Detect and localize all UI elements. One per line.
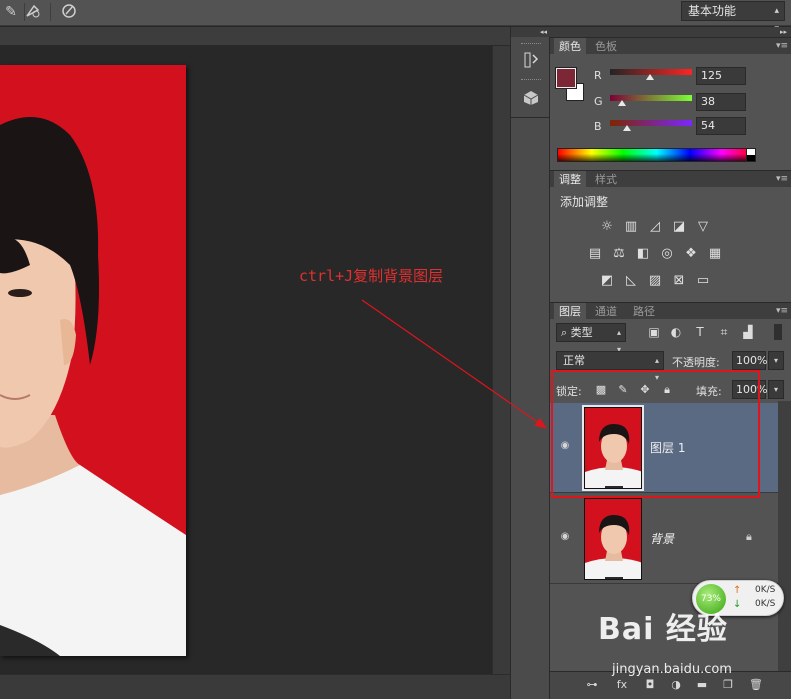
channel-g-slider[interactable] (610, 95, 692, 106)
history-icon[interactable] (520, 51, 542, 71)
document-tab-bar (0, 27, 510, 46)
arrow-up-icon: ↑ (733, 585, 742, 596)
adjustment-layer-filter-icon[interactable]: ◐ (668, 324, 684, 340)
channel-g-thumb[interactable] (618, 100, 627, 106)
tab-swatches[interactable]: 色板 (590, 38, 622, 55)
photo-filter-icon[interactable]: ◎ (658, 246, 676, 262)
filter-toggle[interactable] (774, 324, 782, 340)
gradient-map-icon[interactable]: ▭ (694, 273, 712, 289)
channel-g-value[interactable]: 38 (696, 93, 746, 111)
color-spectrum-bar[interactable] (557, 148, 756, 162)
color-balance-icon[interactable]: ⚖ (610, 246, 628, 262)
channel-r-label: R (594, 69, 602, 82)
pressure-size-icon[interactable] (58, 2, 80, 22)
fill-dropdown-arrow[interactable]: ▾ (768, 380, 784, 399)
collapsed-panel-dock: ◂◂ (510, 27, 551, 699)
tab-channels[interactable]: 通道 (590, 303, 622, 320)
upload-speed: 0K/S (755, 585, 776, 595)
layer-filter-select[interactable]: ⌕ 类型 ▴ ▾ (556, 323, 626, 354)
panel-menu-icon[interactable]: ▾≡ (776, 303, 788, 320)
channel-mixer-icon[interactable]: ❖ (682, 246, 700, 262)
blend-mode-select[interactable]: 正常 ▴ ▾ (556, 351, 664, 382)
layer-filter-label: 类型 (570, 326, 593, 339)
brightness-icon[interactable]: ☼ (598, 219, 616, 235)
document-canvas[interactable] (0, 46, 492, 674)
channel-b-thumb[interactable] (623, 125, 632, 131)
exposure-icon[interactable]: ◪ (670, 219, 688, 235)
blend-mode-label: 正常 (563, 354, 585, 367)
divider (511, 117, 551, 118)
color-lookup-icon[interactable]: ▦ (706, 246, 724, 262)
divider (50, 3, 51, 21)
layer-name[interactable]: 背景 (650, 530, 674, 547)
shape-layer-filter-icon[interactable]: ⌗ (716, 324, 732, 340)
search-icon: ⌕ (561, 326, 571, 339)
tab-paths[interactable]: 路径 (628, 303, 660, 320)
type-layer-filter-icon[interactable]: T (692, 324, 708, 340)
panel-menu-icon[interactable]: ▾≡ (776, 38, 788, 55)
brush-tool-option-icon[interactable]: ✎ (0, 2, 22, 22)
black-white-icon[interactable]: ◧ (634, 246, 652, 262)
highlight-box (551, 370, 760, 498)
channel-b-value[interactable]: 54 (696, 117, 746, 135)
curves-icon[interactable]: ◿ (646, 219, 664, 235)
hue-saturation-icon[interactable]: ▤ (586, 246, 604, 262)
color-panel-tabs: 颜色 色板 ▾≡ (550, 37, 791, 55)
channel-b-slider[interactable] (610, 120, 692, 131)
double-chevron-icon[interactable]: ▸▸ (550, 27, 791, 37)
opacity-input[interactable]: 100% (732, 351, 767, 370)
panel-menu-icon[interactable]: ▾≡ (776, 171, 788, 188)
properties-3d-icon[interactable] (520, 89, 542, 109)
opacity-dropdown-arrow[interactable]: ▾ (768, 351, 784, 370)
baidu-watermark: Bai 经验 jingyan.baidu.com (598, 604, 788, 694)
posterize-icon[interactable]: ◺ (622, 273, 640, 289)
vibrance-icon[interactable]: ▽ (694, 219, 712, 235)
channel-g-label: G (594, 95, 603, 108)
double-chevron-icon[interactable]: ◂◂ (511, 27, 551, 37)
foreground-color-swatch[interactable] (555, 67, 577, 89)
pressure-opacity-icon[interactable] (22, 2, 44, 22)
eye-icon[interactable]: ◉ (558, 532, 572, 542)
tab-color[interactable]: 颜色 (554, 38, 586, 55)
selective-color-icon[interactable]: ⊠ (670, 273, 688, 289)
lock-icon: 🔒︎ (746, 530, 752, 543)
channel-r-slider[interactable] (610, 69, 692, 80)
channel-r-value[interactable]: 125 (696, 67, 746, 85)
layers-panel-tabs: 图层 通道 路径 ▾≡ (550, 302, 791, 320)
levels-icon[interactable]: ▥ (622, 219, 640, 235)
portrait-photo (0, 65, 186, 656)
channel-r-thumb[interactable] (646, 74, 655, 80)
workspace-label: 基本功能 (688, 4, 737, 18)
annotation-text: ctrl+J复制背景图层 (299, 267, 444, 285)
dock-grip[interactable] (521, 43, 541, 46)
vertical-scrollbar[interactable] (492, 46, 510, 674)
watermark-site: jingyan.baidu.com (612, 662, 732, 677)
tab-layers[interactable]: 图层 (554, 303, 586, 320)
tab-styles[interactable]: 样式 (590, 171, 622, 188)
workspace-select[interactable]: 基本功能 ▴▾ (681, 1, 785, 34)
add-adjustment-title: 添加调整 (560, 195, 609, 209)
black-white-swatch[interactable] (746, 148, 756, 162)
smart-object-filter-icon[interactable]: ▟ (740, 324, 756, 340)
options-bar: ✎ 基本功能 ▴▾ (0, 0, 791, 34)
layer-thumbnail (584, 498, 642, 580)
photoshop-window: ✎ 基本功能 ▴▾ (0, 0, 791, 699)
layer-row-background[interactable]: ◉ 背景 🔒︎ (550, 494, 778, 584)
channel-b-label: B (594, 120, 602, 133)
tab-adjustments[interactable]: 调整 (554, 171, 586, 188)
pixel-layer-filter-icon[interactable]: ▣ (646, 324, 662, 340)
threshold-icon[interactable]: ▨ (646, 273, 664, 289)
invert-icon[interactable]: ◩ (598, 273, 616, 289)
adjustments-panel-tabs: 调整 样式 ▾≡ (550, 170, 791, 188)
opacity-label: 不透明度: (672, 356, 720, 369)
horizontal-scrollbar[interactable] (0, 674, 510, 699)
watermark-logo: Bai 经验 (598, 612, 728, 647)
dock-grip[interactable] (521, 79, 541, 82)
